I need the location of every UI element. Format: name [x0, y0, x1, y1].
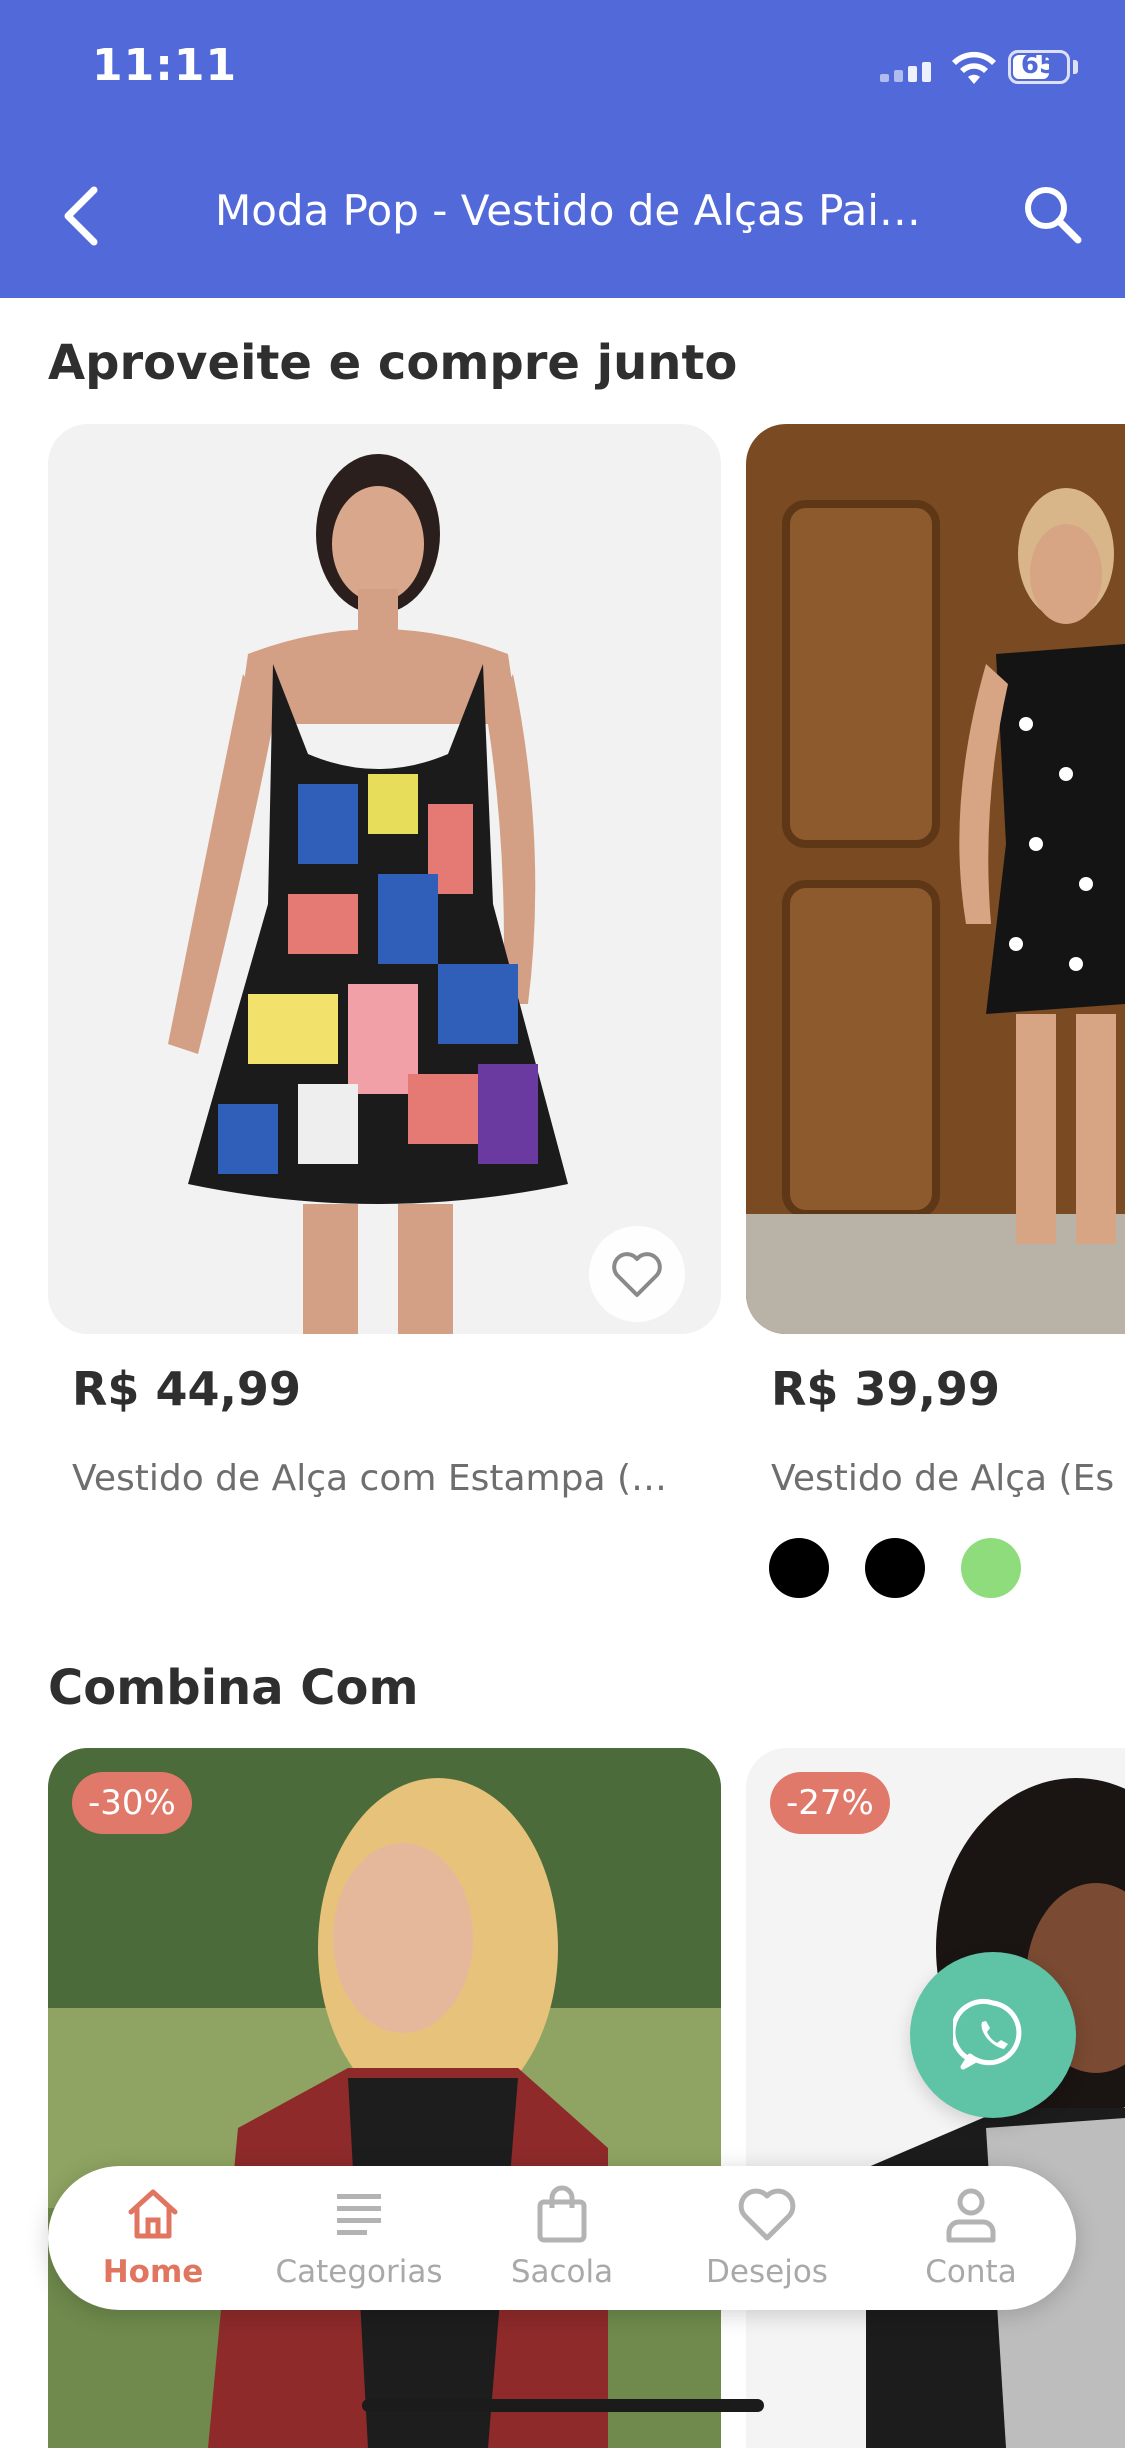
product-image[interactable]: [746, 1748, 1125, 2448]
dress-photo: [746, 424, 1125, 1334]
tab-categorias[interactable]: Categorias: [264, 2166, 454, 2310]
tab-conta[interactable]: Conta: [876, 2166, 1066, 2310]
product-image[interactable]: [48, 1748, 721, 2448]
tab-label: Desejos: [706, 2254, 828, 2290]
dress-photo: [48, 424, 721, 1334]
heart-icon: [612, 1252, 662, 1297]
tab-label: Sacola: [510, 2254, 614, 2290]
tab-label: Conta: [925, 2254, 1017, 2290]
battery-level: 65: [1020, 50, 1058, 80]
discount-badge: -27%: [770, 1772, 890, 1834]
color-swatch-black[interactable]: [769, 1538, 829, 1598]
tab-home[interactable]: Home: [58, 2166, 248, 2310]
bag-icon: [537, 2185, 587, 2243]
bottom-tab-bar: Home Categorias Sacola Desejos Conta: [48, 2166, 1076, 2310]
home-icon: [128, 2189, 178, 2239]
discount-badge: -30%: [72, 1772, 192, 1834]
chevron-left-icon: [64, 186, 98, 246]
page-title: Moda Pop - Vestido de Alças Pai…: [215, 186, 921, 235]
tab-label: Categorias: [275, 2254, 443, 2290]
tab-desejos[interactable]: Desejos: [672, 2166, 862, 2310]
app-header: 11:11 65 Moda Pop - Vestido de Alças Pai…: [0, 0, 1125, 298]
favorite-button[interactable]: [589, 1226, 685, 1322]
product-price: R$ 39,99: [771, 1362, 1000, 1416]
tab-sacola[interactable]: Sacola: [467, 2166, 657, 2310]
product-name[interactable]: Vestido de Alça (Es: [771, 1458, 1125, 1499]
back-button[interactable]: [52, 176, 116, 256]
whatsapp-icon: [953, 1998, 1022, 2070]
search-button[interactable]: [1018, 180, 1088, 250]
wifi-icon: [952, 51, 996, 84]
product-image[interactable]: [746, 424, 1125, 1334]
signal-icon: [880, 62, 931, 82]
outfit-photo: [746, 1748, 1125, 2448]
battery-icon: 65: [1008, 50, 1070, 84]
status-time: 11:11: [92, 40, 238, 91]
heart-icon: [738, 2188, 796, 2241]
section-title-compre-junto: Aproveite e compre junto: [48, 335, 738, 391]
section-title-combina-com: Combina Com: [48, 1660, 419, 1716]
user-icon: [946, 2188, 996, 2243]
home-indicator: [362, 2399, 764, 2412]
search-icon: [1025, 187, 1082, 244]
color-swatch-green[interactable]: [961, 1538, 1021, 1598]
color-swatch-black[interactable]: [865, 1538, 925, 1598]
whatsapp-button[interactable]: [910, 1952, 1076, 2118]
product-image[interactable]: [48, 424, 721, 1334]
tab-label: Home: [102, 2254, 204, 2290]
product-name[interactable]: Vestido de Alça com Estampa (…: [72, 1458, 692, 1499]
product-price: R$ 44,99: [72, 1362, 301, 1416]
list-icon: [337, 2194, 381, 2235]
cardigan-photo: [48, 1748, 721, 2448]
